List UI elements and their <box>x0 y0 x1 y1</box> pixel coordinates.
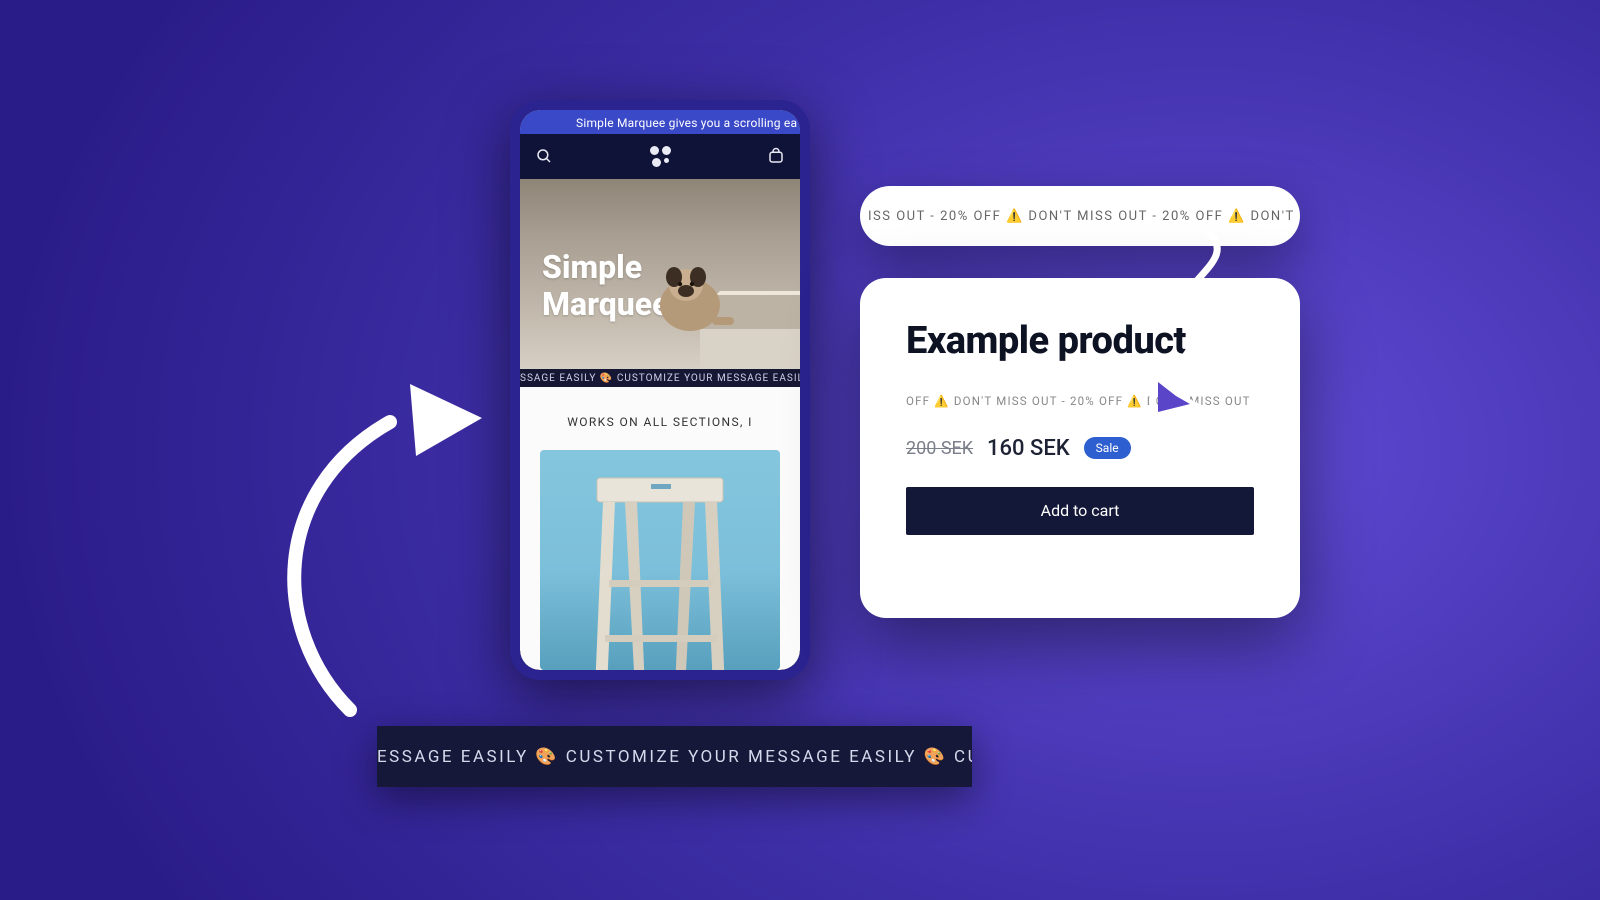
marquee-bar-text: ESSAGE EASILY 🎨 CUSTOMIZE YOUR MESSAGE E… <box>377 747 972 767</box>
arrow-right-icon <box>1140 228 1240 438</box>
marquee-bar-dark: ESSAGE EASILY 🎨 CUSTOMIZE YOUR MESSAGE E… <box>377 726 972 787</box>
phone-screen: Simple Marquee gives you a scrolling ea … <box>520 110 800 670</box>
hero-illustration <box>630 219 800 369</box>
arrow-left-icon <box>270 370 520 730</box>
promo-stage: Simple Marquee gives you a scrolling ea … <box>0 0 1600 900</box>
price-compare: 200 SEK <box>906 438 973 459</box>
announcement-bar: Simple Marquee gives you a scrolling ea <box>520 110 800 134</box>
marquee-pill-text: ISS OUT - 20% OFF ⚠️ DON'T MISS OUT - 20… <box>868 209 1300 224</box>
sale-badge: Sale <box>1084 437 1131 459</box>
search-icon[interactable] <box>534 146 554 166</box>
phone-marquee-dark: SSAGE EASILY 🎨 CUSTOMIZE YOUR MESSAGE EA… <box>520 369 800 387</box>
phone-frame: Simple Marquee gives you a scrolling ea … <box>510 100 810 680</box>
price-row: 200 SEK 160 SEK Sale <box>906 436 1254 461</box>
stool-illustration <box>575 470 745 670</box>
store-navbar <box>520 134 800 179</box>
product-image-wrap <box>520 450 800 670</box>
store-logo[interactable] <box>648 146 672 167</box>
add-to-cart-button[interactable]: Add to cart <box>906 487 1254 535</box>
product-image <box>540 450 780 670</box>
section-heading: WORKS ON ALL SECTIONS, I <box>520 387 800 450</box>
hero-banner: Simple Marquee <box>520 179 800 369</box>
cart-icon[interactable] <box>766 146 786 166</box>
price-current: 160 SEK <box>987 436 1070 461</box>
